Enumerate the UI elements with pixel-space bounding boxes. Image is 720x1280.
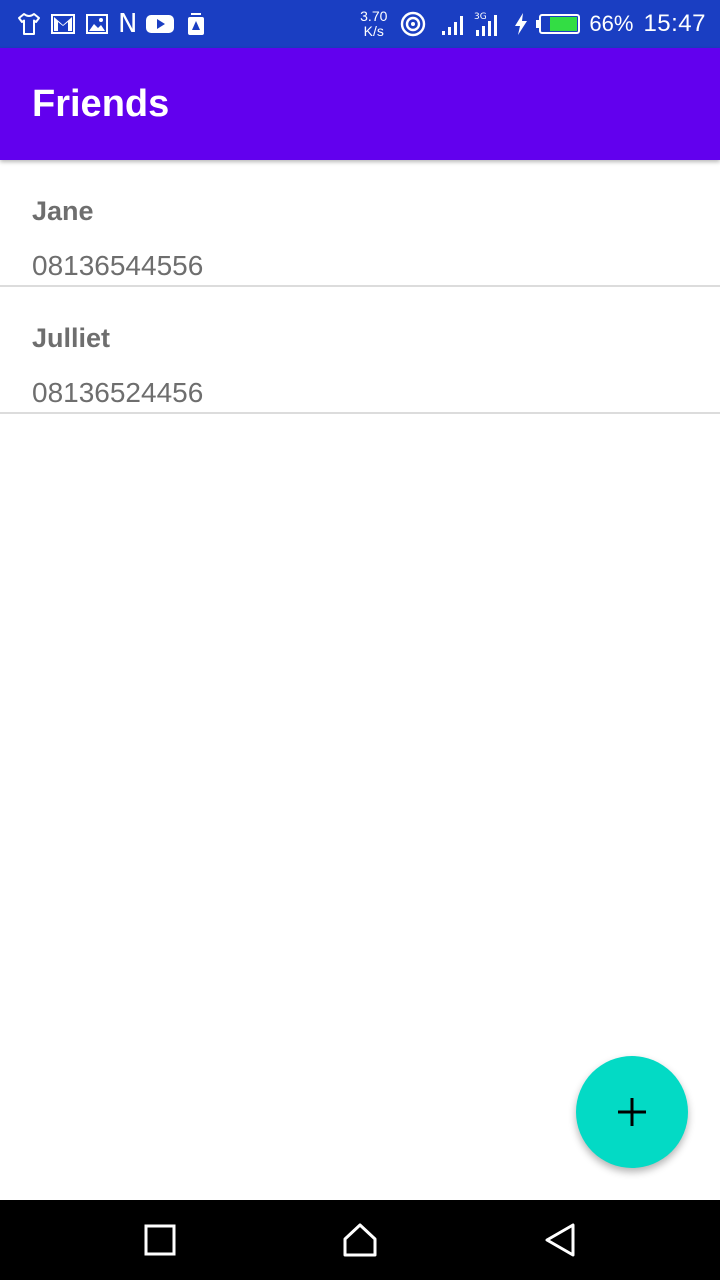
recents-icon[interactable]	[140, 1220, 180, 1260]
shield-icon	[188, 13, 205, 35]
notification-icons: N	[16, 10, 209, 38]
friend-phone: 08136544556	[32, 250, 204, 281]
home-icon[interactable]	[340, 1220, 380, 1260]
list-item[interactable]: Jane 08136544556	[0, 160, 720, 287]
n-icon: N	[118, 9, 138, 39]
hotspot-icon	[401, 11, 426, 37]
add-friend-button[interactable]	[576, 1056, 688, 1168]
back-icon[interactable]	[540, 1220, 580, 1260]
clock: 15:47	[643, 10, 706, 37]
battery-icon	[536, 14, 581, 34]
speed-value: 3.70	[360, 8, 388, 24]
tshirt-icon	[18, 13, 40, 35]
navigation-bar	[0, 1200, 720, 1280]
youtube-icon	[146, 15, 175, 33]
plus-icon	[618, 1098, 646, 1126]
app-bar: Friends	[0, 48, 720, 160]
friend-name: Julliet	[32, 323, 111, 353]
charging-icon	[515, 13, 528, 35]
svg-text:3G: 3G	[474, 12, 487, 22]
gmail-icon	[51, 14, 75, 34]
list-item[interactable]: Julliet 08136524456	[0, 287, 720, 414]
battery-percent: 66%	[589, 11, 634, 36]
friend-phone: 08136524456	[32, 377, 204, 408]
signal-icon	[442, 16, 464, 35]
image-icon	[86, 14, 108, 34]
friend-list: Jane 08136544556 Julliet 08136524456	[0, 160, 720, 414]
network-speed: 3.70 K/s	[360, 9, 387, 39]
status-bar: N 3.70 K/s 3G 66% 15:47	[0, 0, 720, 48]
page-title: Friends	[32, 83, 170, 125]
friend-name: Jane	[32, 196, 94, 226]
signal-3g-icon: 3G	[474, 12, 498, 36]
speed-unit: K/s	[363, 23, 384, 39]
status-right: 3.70 K/s 3G 66% 15:47	[360, 6, 706, 42]
